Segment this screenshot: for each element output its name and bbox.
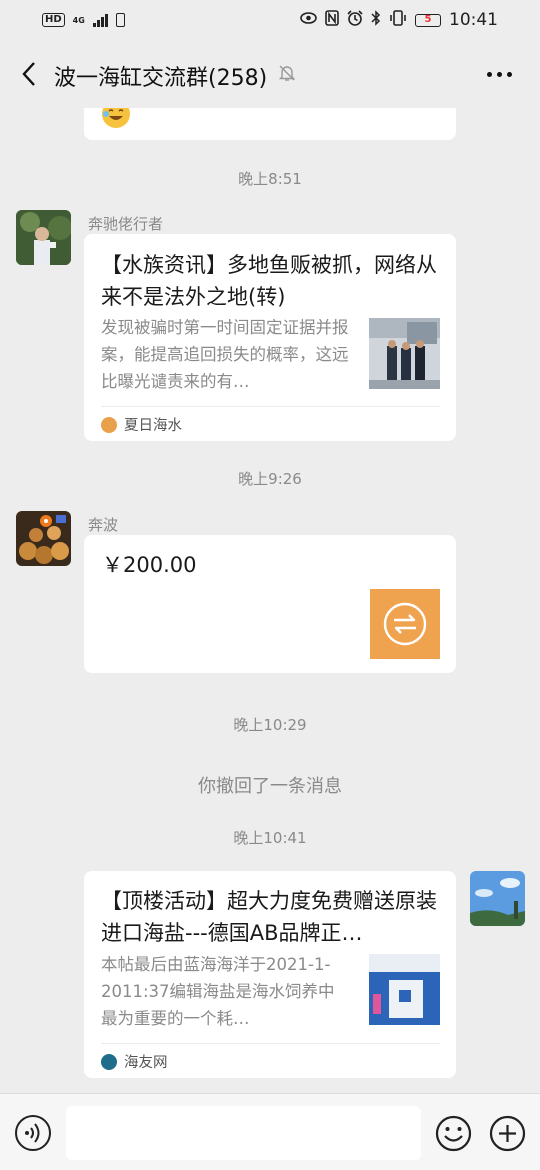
card-description: 发现被骗时第一时间固定证据并报案，能提高追回损失的概率，这远比曝光谴责来的有…	[101, 318, 349, 391]
transfer-amount: ￥200.00	[102, 553, 197, 577]
card-thumbnail	[369, 318, 440, 389]
voice-icon	[25, 1123, 40, 1143]
alarm-icon	[347, 10, 363, 30]
time-label: 晚上9:26	[238, 470, 302, 488]
more-dot-icon	[506, 71, 512, 77]
more-dot-icon	[496, 71, 502, 77]
message-input[interactable]	[66, 1106, 421, 1160]
laughing-emoji-icon	[102, 108, 130, 128]
card-thumbnail	[369, 954, 440, 1025]
sender-name: 奔驰佬行者	[88, 215, 164, 233]
time-label: 晚上10:29	[233, 716, 307, 734]
avatar[interactable]	[16, 511, 71, 566]
transfer-card[interactable]: ￥200.00	[84, 535, 456, 673]
mute-bell-icon	[278, 64, 296, 86]
card-title: 【水族资讯】多地鱼贩被抓，网络从来不是法外之地(转)	[101, 253, 437, 309]
chat-area[interactable]: 晚上8:51 奔驰佬行者 【水族资讯】多地鱼贩被抓，网络从来不是法外之地(转) …	[0, 108, 540, 1093]
recall-notice: 你撤回了一条消息	[198, 776, 342, 797]
hd-badge: HD	[42, 13, 65, 27]
status-bar: HD 4G 5 10:41	[0, 0, 540, 40]
input-bar	[0, 1093, 540, 1170]
eye-icon	[300, 12, 317, 28]
back-button[interactable]	[14, 54, 44, 94]
network-type: 4G	[72, 15, 85, 25]
smiley-icon	[435, 1115, 472, 1152]
status-time: 10:41	[449, 10, 498, 30]
source-logo-icon	[101, 1053, 117, 1070]
more-options-button[interactable]	[484, 60, 514, 88]
sender-name: 奔波	[88, 516, 119, 534]
avatar[interactable]	[16, 210, 71, 265]
source-name: 夏日海水	[124, 418, 182, 434]
source-name: 海友网	[124, 1055, 168, 1071]
chat-header: 波一海缸交流群(258)	[0, 40, 540, 108]
link-card[interactable]: 【顶楼活动】超大力度免费赠送原装进口海盐---德国AB品牌正… 本帖最后由蓝海海…	[84, 871, 456, 1078]
previous-message-bubble[interactable]	[84, 108, 456, 140]
time-label: 晚上10:41	[233, 829, 307, 847]
link-card[interactable]: 【水族资讯】多地鱼贩被抓，网络从来不是法外之地(转) 发现被骗时第一时间固定证据…	[84, 234, 456, 441]
signal-icon	[92, 13, 108, 27]
more-dot-icon	[486, 71, 492, 77]
chat-title: 波一海缸交流群(258)	[54, 66, 268, 91]
card-description: 本帖最后由蓝海海洋于2021-1-2011:37编辑海盐是海水饲养中最为重要的一…	[101, 955, 335, 1028]
chevron-left-icon	[22, 62, 35, 86]
vibrate-icon	[389, 10, 407, 30]
card-source: 夏日海水	[101, 414, 182, 435]
source-avatar-icon	[101, 416, 117, 433]
card-divider	[101, 406, 440, 407]
card-divider	[101, 1043, 440, 1044]
bluetooth-icon	[371, 10, 381, 30]
sim-icon	[115, 13, 125, 27]
plus-button[interactable]	[489, 1115, 526, 1152]
time-label: 晚上8:51	[238, 170, 302, 188]
card-source: 海友网	[101, 1051, 168, 1072]
voice-button[interactable]	[15, 1115, 51, 1151]
transfer-icon	[370, 589, 440, 659]
status-left: HD 4G	[42, 13, 125, 27]
avatar[interactable]	[470, 871, 525, 926]
nfc-icon	[325, 10, 339, 30]
plus-icon	[489, 1115, 526, 1152]
card-title: 【顶楼活动】超大力度免费赠送原装进口海盐---德国AB品牌正…	[101, 889, 437, 945]
battery-icon: 5	[415, 13, 441, 27]
status-right: 5 10:41	[300, 10, 498, 30]
emoji-button[interactable]	[435, 1115, 472, 1152]
